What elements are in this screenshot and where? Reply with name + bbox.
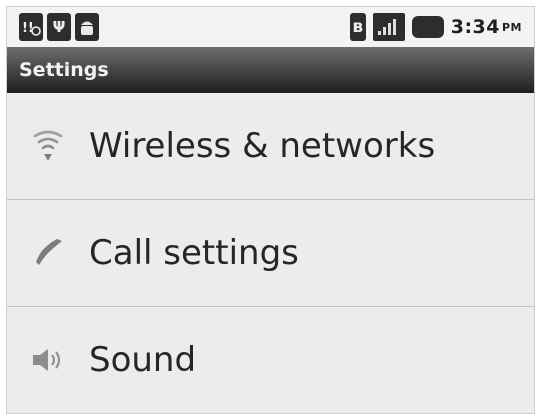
notification-icons: !! Ψ: [7, 13, 99, 41]
android-screen: !! Ψ ʙ 3:34 PM Settings Wireless & netwo…: [6, 6, 535, 414]
settings-item-call[interactable]: Call settings: [7, 200, 534, 307]
system-icons: ʙ 3:34 PM: [349, 13, 534, 41]
page-title: Settings: [7, 47, 534, 93]
settings-item-label: Sound: [89, 340, 197, 380]
speaker-icon: [25, 337, 71, 383]
signal-icon: [372, 13, 405, 41]
settings-list: Wireless & networks Call settings Sound: [7, 93, 534, 413]
bluetooth-icon: ʙ: [349, 13, 366, 41]
clock-ampm: PM: [501, 21, 522, 34]
debug-notification-icon: !!: [19, 13, 43, 41]
clock-time: 3:34: [450, 16, 500, 38]
settings-item-wireless[interactable]: Wireless & networks: [7, 93, 534, 200]
wifi-icon: [25, 123, 71, 169]
status-bar: !! Ψ ʙ 3:34 PM: [7, 7, 534, 47]
usb-icon: Ψ: [47, 13, 71, 41]
clock: 3:34 PM: [451, 16, 522, 38]
phone-icon: [25, 230, 71, 276]
settings-item-label: Wireless & networks: [89, 126, 436, 166]
settings-item-sound[interactable]: Sound: [7, 307, 534, 413]
android-icon: [75, 13, 99, 41]
settings-item-label: Call settings: [89, 233, 299, 273]
battery-icon: [411, 16, 444, 38]
